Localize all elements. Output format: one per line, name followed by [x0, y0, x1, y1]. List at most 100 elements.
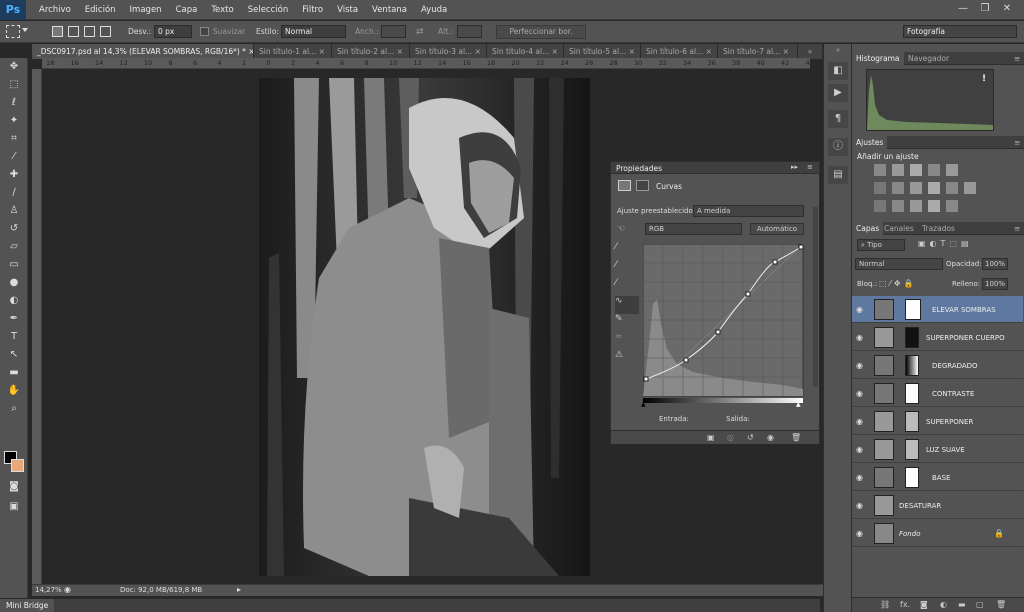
height-input[interactable]	[457, 25, 482, 38]
mask-thumbnail[interactable]	[905, 327, 919, 348]
menu-ayuda[interactable]: Ayuda	[414, 5, 454, 15]
panel-menu-icon[interactable]: ≡	[1010, 136, 1024, 149]
tab-close-icon[interactable]: ×	[783, 47, 789, 56]
opacity-input[interactable]: 100%	[982, 258, 1008, 270]
hand-tool-icon[interactable]: ✋	[0, 382, 28, 400]
color-balance-adjust-icon[interactable]	[892, 182, 904, 194]
tab-sin-titulo-5[interactable]: Sin título-5 al... ×	[564, 44, 641, 59]
levels-adjust-icon[interactable]	[892, 164, 904, 176]
curves-graph[interactable]	[642, 243, 805, 399]
antialias-checkbox[interactable]	[200, 27, 209, 36]
tab-close-icon[interactable]: ×	[475, 47, 481, 56]
paragraph-panel-icon[interactable]: ¶	[828, 110, 848, 128]
new-layer-icon[interactable]: ▢	[976, 600, 984, 609]
invert-adjust-icon[interactable]	[874, 200, 886, 212]
mask-thumbnail[interactable]	[905, 467, 919, 488]
delete-layer-icon[interactable]: 🗑	[996, 600, 1006, 609]
maximize-button[interactable]: ❐	[976, 2, 994, 16]
layer-row-fondo[interactable]: ◉ Fondo 🔒	[852, 520, 1023, 547]
zoom-readout[interactable]: 14,27%	[35, 586, 62, 594]
layer-name[interactable]: CONTRASTE	[932, 390, 974, 398]
hue-saturation-adjust-icon[interactable]	[874, 182, 886, 194]
mask-thumbnail[interactable]	[905, 299, 921, 320]
close-window-button[interactable]: ✕	[998, 2, 1016, 16]
photo-filter-adjust-icon[interactable]	[928, 182, 940, 194]
pen-tool-icon[interactable]: ✒	[0, 310, 28, 328]
link-layers-icon[interactable]: ⛓	[880, 600, 890, 609]
tab-trazados[interactable]: Trazados	[918, 222, 959, 235]
visibility-eye-icon[interactable]: ◉	[856, 389, 863, 398]
new-selection-icon[interactable]	[52, 26, 63, 37]
tab-close-icon[interactable]: ×	[552, 47, 558, 56]
tab-capas[interactable]: Capas	[852, 222, 884, 235]
workspace-select[interactable]: Fotografía	[903, 25, 1017, 38]
black-white-adjust-icon[interactable]	[910, 182, 922, 194]
marquee-tool-icon[interactable]	[6, 25, 20, 38]
new-adjustment-icon[interactable]: ◐	[940, 600, 947, 609]
visibility-eye-icon[interactable]: ◉	[856, 501, 863, 510]
visibility-eye-icon[interactable]: ◉	[856, 333, 863, 342]
layer-name[interactable]: Fondo	[899, 530, 920, 538]
tab-dsc0917[interactable]: _DSC0917.psd al 14,3% (ELEVAR SOMBRAS, R…	[32, 44, 254, 59]
menu-archivo[interactable]: Archivo	[32, 5, 78, 15]
layer-name[interactable]: LUZ SUAVE	[926, 446, 965, 454]
vibrance-adjust-icon[interactable]	[946, 164, 958, 176]
visibility-eye-icon[interactable]: ◉	[856, 445, 863, 454]
clip-to-layer-icon[interactable]: ▣	[707, 433, 715, 442]
tab-sin-titulo-6[interactable]: Sin título-6 al... ×	[641, 44, 718, 59]
smooth-curve-icon[interactable]: ≈	[615, 332, 639, 350]
magic-wand-tool-icon[interactable]: ✦	[0, 112, 28, 130]
gradient-tool-icon[interactable]: ▭	[0, 256, 28, 274]
layer-name[interactable]: BASE	[932, 474, 950, 482]
blend-mode-select[interactable]: Normal	[855, 258, 943, 270]
style-select[interactable]: Normal	[281, 25, 346, 38]
refine-edge-button[interactable]: Perfeccionar bor.	[496, 25, 586, 39]
tab-canales[interactable]: Canales	[880, 222, 918, 235]
fill-input[interactable]: 100%	[982, 278, 1008, 290]
layer-row-desaturar[interactable]: ◉ DESATURAR	[852, 492, 1023, 519]
intersect-selection-icon[interactable]	[100, 26, 111, 37]
curves-plot[interactable]	[642, 243, 805, 399]
layer-row-degradado[interactable]: ◉ DEGRADADO	[852, 352, 1023, 379]
properties-scrollbar[interactable]	[813, 207, 818, 387]
background-color-swatch[interactable]	[11, 459, 24, 472]
brush-tool-icon[interactable]: ∕	[0, 184, 28, 202]
tab-close-icon[interactable]: ×	[629, 47, 635, 56]
history-brush-tool-icon[interactable]: ↺	[0, 220, 28, 238]
tab-close-icon[interactable]: ×	[319, 47, 325, 56]
layer-row-superponer[interactable]: ◉ SUPERPONER	[852, 408, 1023, 435]
swap-icon[interactable]: ⇄	[416, 27, 424, 37]
panel-menu-icon[interactable]: ≡	[1010, 222, 1024, 235]
actions-panel-icon[interactable]: ▶	[828, 84, 848, 102]
gradient-map-adjust-icon[interactable]	[928, 200, 940, 212]
posterize-adjust-icon[interactable]	[892, 200, 904, 212]
visibility-eye-icon[interactable]: ◉	[856, 305, 863, 314]
tab-sin-titulo-3[interactable]: Sin título-3 al... ×	[410, 44, 487, 59]
zoom-tool-icon[interactable]: ⌕	[0, 400, 28, 418]
white-point-eyedropper-icon[interactable]: ⁄	[615, 278, 639, 296]
tabs-overflow-button[interactable]: »	[798, 44, 823, 59]
visibility-eye-icon[interactable]: ◉	[856, 473, 863, 482]
mask-thumbnail[interactable]	[905, 411, 919, 432]
menu-imagen[interactable]: Imagen	[123, 5, 169, 15]
menu-vista[interactable]: Vista	[330, 5, 365, 15]
clone-stamp-tool-icon[interactable]: ♙	[0, 202, 28, 220]
visibility-eye-icon[interactable]: ◉	[856, 361, 863, 370]
black-slider-handle[interactable]: ▲	[641, 401, 646, 408]
feather-input[interactable]: 0 px	[154, 25, 192, 38]
status-arrow-icon[interactable]: ▸	[237, 585, 241, 594]
subtract-selection-icon[interactable]	[84, 26, 95, 37]
color-lookup-adjust-icon[interactable]	[964, 182, 976, 194]
reset-adjustment-icon[interactable]: ↺	[747, 433, 754, 442]
new-group-icon[interactable]: ▬	[958, 600, 966, 609]
shape-tool-icon[interactable]: ▬	[0, 364, 28, 382]
visibility-eye-icon[interactable]: ◉	[856, 417, 863, 426]
tool-preset-chevron-icon[interactable]	[22, 28, 28, 32]
crop-tool-icon[interactable]: ⌗	[0, 130, 28, 148]
type-tool-icon[interactable]: T	[0, 328, 28, 346]
tab-histograma[interactable]: Histograma	[852, 52, 904, 65]
strip-collapse-icon[interactable]: «	[824, 46, 852, 54]
menu-seleccion[interactable]: Selección	[241, 5, 296, 15]
layer-name[interactable]: DESATURAR	[899, 502, 941, 510]
width-input[interactable]	[381, 25, 406, 38]
